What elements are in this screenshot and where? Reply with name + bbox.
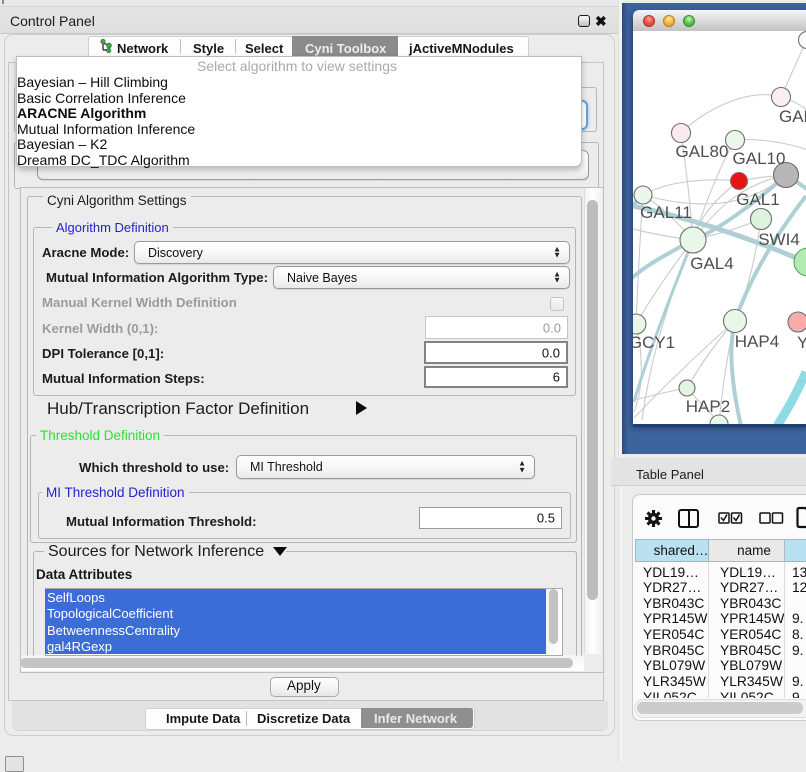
svg-text:GAL4: GAL4 xyxy=(690,254,733,273)
svg-text:GAL1: GAL1 xyxy=(736,190,779,209)
svg-text:Y: Y xyxy=(797,333,806,352)
svg-text:SWI4: SWI4 xyxy=(758,230,800,249)
svg-text:GCY1: GCY1 xyxy=(633,333,675,352)
svg-text:HAP2: HAP2 xyxy=(686,397,730,416)
svg-text:GAL10: GAL10 xyxy=(733,149,786,168)
svg-text:GAL80: GAL80 xyxy=(676,142,729,161)
svg-text:HAP4: HAP4 xyxy=(735,332,779,351)
svg-text:GAL11: GAL11 xyxy=(640,203,692,222)
svg-text:GAL7: GAL7 xyxy=(779,107,806,126)
